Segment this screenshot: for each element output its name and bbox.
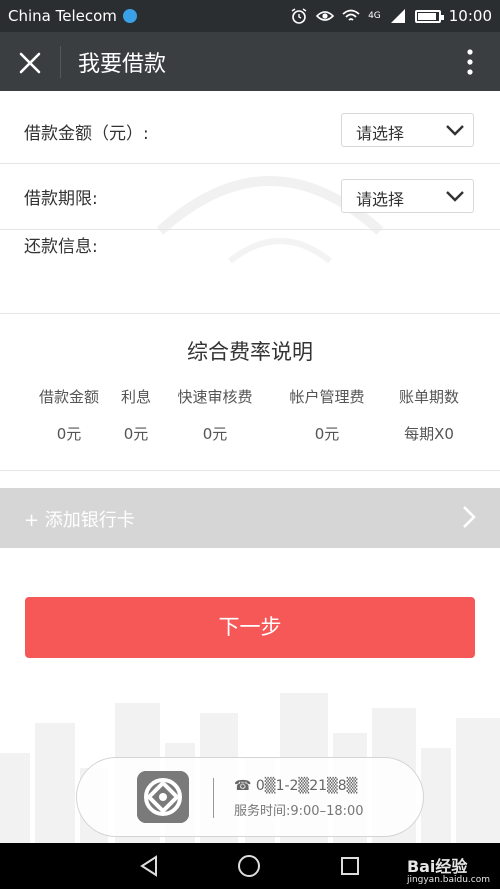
system-navigation-bar: Bai经验 jingyan.baidu.com [0,843,500,889]
alarm-icon [291,8,307,24]
rate-header: 利息 [120,388,151,406]
rate-column: 借款金额 0元 [34,386,104,444]
watermark-brand: Bai经验 [406,857,468,876]
chevron-down-icon [446,125,464,136]
service-phone: ☎ 0▒1-2▒21▒8▒ [234,778,358,794]
clock: 10:00 [448,7,492,25]
rate-column: 利息 0元 [116,386,156,444]
more-vertical-icon[interactable] [458,46,482,78]
term-label: 借款期限: [24,189,98,209]
amount-select-value: 请选择 [356,124,405,143]
add-bank-card-label: + 添加银行卡 [24,510,135,531]
home-icon[interactable] [237,854,261,878]
amount-row: 借款金额（元）: 请选择 [0,91,500,164]
status-bar: China Telecom 4G 10:00 [0,0,500,32]
rate-column: 帐户管理费 0元 [282,386,372,444]
baidu-jingyan-watermark: Bai经验 jingyan.baidu.com [407,853,490,885]
rate-value: 0元 [314,425,340,443]
add-bank-card-button[interactable]: + 添加银行卡 [0,488,500,548]
term-select-value: 请选择 [356,190,405,209]
amount-select[interactable]: 请选择 [341,113,474,147]
rate-header: 账单期数 [398,388,459,406]
term-row: 借款期限: 请选择 [0,164,500,230]
toolbar-divider [60,46,61,78]
term-select[interactable]: 请选择 [341,179,474,213]
watermark-url: jingyan.baidu.com [406,875,490,885]
back-icon[interactable] [138,855,160,877]
app-toolbar: 我要借款 [0,32,500,91]
rate-value: 每期X0 [404,425,454,443]
battery-icon [414,9,444,23]
rate-column: 快速审核费 0元 [170,386,260,444]
carrier-badge-icon [122,9,137,23]
company-logo [137,771,189,823]
service-hours: 服务时间:9:00–18:00 [234,804,364,819]
close-icon[interactable] [16,49,44,77]
carrier-name: China Telecom [8,7,117,25]
rate-value: 0元 [202,425,228,443]
repay-label: 还款信息: [24,237,98,257]
rate-value: 0元 [56,425,82,443]
next-step-button[interactable]: 下一步 [25,597,475,658]
wifi-icon [342,9,360,21]
chevron-right-icon [463,506,476,528]
customer-service-card: ☎ 0▒1-2▒21▒8▒ 服务时间:9:00–18:00 [76,757,424,837]
page-title: 我要借款 [78,52,167,77]
eye-icon [316,11,335,21]
service-divider [213,778,214,818]
repay-row: 还款信息: [0,230,500,314]
signal-icon [390,9,405,23]
rates-divider [0,470,500,471]
recent-apps-icon[interactable] [340,856,360,876]
rate-header: 快速审核费 [177,388,253,406]
status-icons: 4G 10:00 [290,0,492,32]
chevron-down-icon [446,191,464,202]
rate-value: 0元 [123,425,149,443]
amount-label: 借款金额（元）: [24,124,149,144]
network-type: 4G [368,11,381,21]
rate-column: 账单期数 每期X0 [392,386,466,444]
rate-header: 帐户管理费 [289,388,365,406]
rate-header: 借款金额 [38,388,99,406]
main-content: 借款金额（元）: 请选择 借款期限: 请选择 还款信息: 综合费率说明 借款金额… [0,91,500,843]
rates-title: 综合费率说明 [187,340,313,364]
